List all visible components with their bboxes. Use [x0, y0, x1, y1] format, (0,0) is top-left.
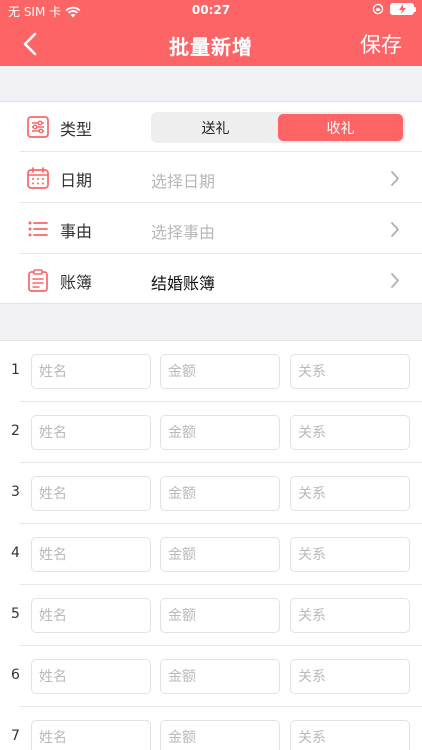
name-input[interactable]	[31, 415, 151, 450]
chevron-right-icon	[391, 171, 399, 186]
entry-index: 3	[11, 484, 20, 500]
entry-row: 1	[0, 341, 422, 402]
amount-input[interactable]	[160, 354, 280, 389]
status-right	[372, 3, 416, 15]
entry-row: 6	[0, 646, 422, 707]
nav-bar: 批量新增 保存	[0, 22, 422, 66]
date-label: 日期	[60, 171, 93, 190]
orientation-lock-icon	[372, 3, 384, 15]
form-section: 类型 送礼 收礼 日期 选择日期 事由 选择事由 账簿 结婚账簿	[0, 101, 422, 304]
relation-input[interactable]	[290, 720, 410, 750]
relation-input[interactable]	[290, 415, 410, 450]
amount-input[interactable]	[160, 659, 280, 694]
name-input[interactable]	[31, 537, 151, 572]
amount-input[interactable]	[160, 476, 280, 511]
name-input[interactable]	[31, 720, 151, 750]
type-label: 类型	[60, 120, 93, 139]
save-button[interactable]: 保存	[360, 29, 402, 59]
page-title: 批量新增	[169, 35, 253, 59]
name-input[interactable]	[31, 476, 151, 511]
battery-icon	[390, 3, 416, 15]
reason-row[interactable]: 事由 选择事由	[20, 204, 422, 254]
type-option-send[interactable]: 送礼	[153, 114, 278, 141]
amount-input[interactable]	[160, 598, 280, 633]
amount-input[interactable]	[160, 415, 280, 450]
amount-input[interactable]	[160, 537, 280, 572]
type-option-receive[interactable]: 收礼	[278, 114, 403, 141]
chevron-right-icon	[391, 222, 399, 237]
relation-input[interactable]	[290, 354, 410, 389]
entry-index: 4	[11, 545, 20, 561]
type-sliders-icon	[27, 116, 49, 138]
entry-index: 2	[11, 423, 20, 439]
relation-input[interactable]	[290, 476, 410, 511]
entry-index: 7	[11, 728, 20, 744]
relation-input[interactable]	[290, 598, 410, 633]
ledger-label: 账簿	[60, 273, 93, 292]
entry-row: 4	[0, 524, 422, 585]
top-bar: 无 SIM 卡 00:27 批量新增 保存	[0, 0, 422, 66]
name-input[interactable]	[31, 354, 151, 389]
list-icon	[28, 221, 48, 237]
relation-input[interactable]	[290, 659, 410, 694]
ledger-value: 结婚账簿	[151, 274, 216, 293]
entry-index: 1	[11, 362, 20, 378]
status-bar: 无 SIM 卡 00:27	[0, 0, 422, 22]
entry-row: 5	[0, 585, 422, 646]
reason-value: 选择事由	[151, 223, 216, 242]
screen: 无 SIM 卡 00:27 批量新增 保存 类型 送礼 收礼 日期 选择日期 事…	[0, 0, 422, 750]
entry-row: 3	[0, 463, 422, 524]
reason-label: 事由	[60, 222, 93, 241]
name-input[interactable]	[31, 659, 151, 694]
entry-list: 1 2 3 4 5	[0, 340, 422, 750]
ledger-row[interactable]: 账簿 结婚账簿	[20, 255, 422, 305]
date-value: 选择日期	[151, 172, 216, 191]
date-row[interactable]: 日期 选择日期	[20, 153, 422, 203]
entry-row: 7	[0, 707, 422, 750]
relation-input[interactable]	[290, 537, 410, 572]
entry-index: 6	[11, 667, 20, 683]
chevron-right-icon	[391, 273, 399, 288]
clock: 00:27	[191, 3, 231, 17]
clipboard-icon	[28, 269, 48, 292]
entry-index: 5	[11, 606, 20, 622]
calendar-icon	[27, 167, 49, 189]
entry-row: 2	[0, 402, 422, 463]
type-row: 类型 送礼 收礼	[20, 102, 422, 152]
type-segmented-control: 送礼 收礼	[151, 112, 405, 143]
name-input[interactable]	[31, 598, 151, 633]
amount-input[interactable]	[160, 720, 280, 750]
